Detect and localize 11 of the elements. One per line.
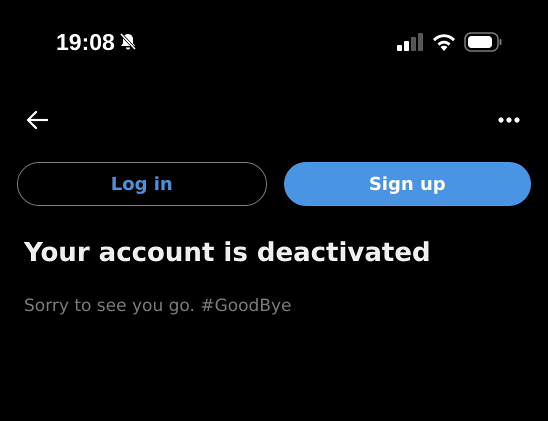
muted-bell-icon [118,32,137,52]
battery-icon [464,32,502,52]
sign-up-button[interactable]: Sign up [284,162,531,206]
more-options-icon[interactable] [498,117,520,123]
wifi-icon [432,33,456,51]
message-text: Sorry to see you go. #GoodBye [24,296,293,316]
back-arrow-icon[interactable] [25,110,49,130]
status-time: 19:08 [56,28,115,56]
log-in-button[interactable]: Log in [17,162,266,206]
signal-icon [397,33,424,51]
page-heading: Your account is deactivated [24,238,432,268]
